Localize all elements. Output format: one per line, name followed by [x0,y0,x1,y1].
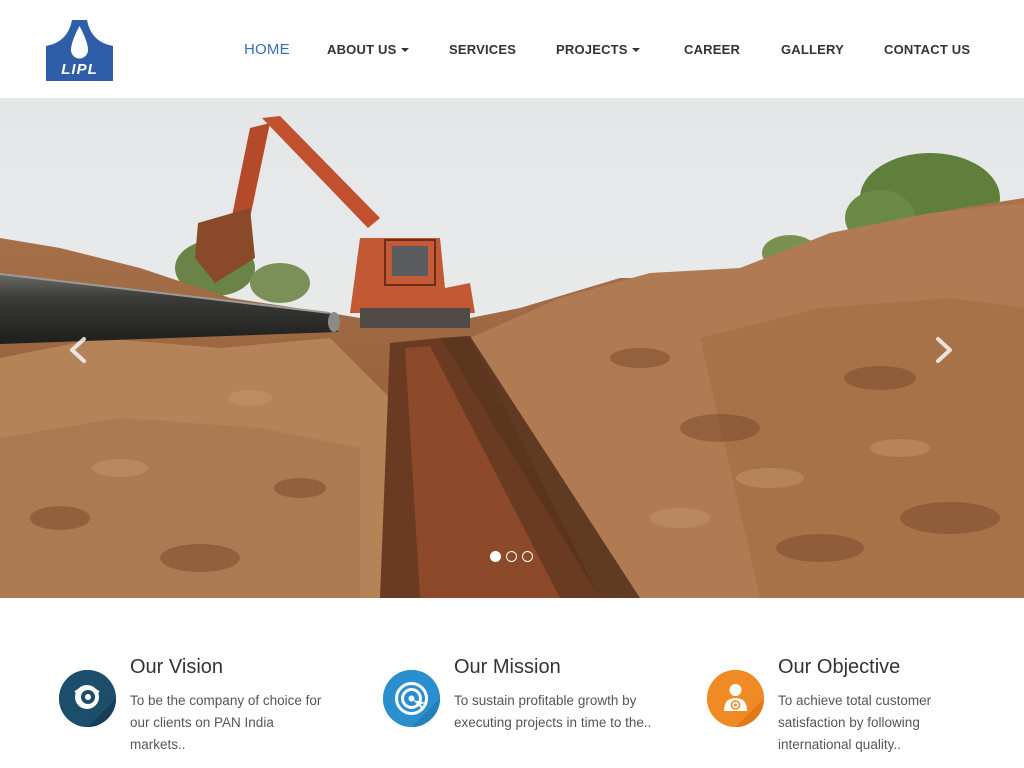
nav-projects-label: PROJECTS [556,42,628,57]
feature-vision-title: Our Vision [130,656,224,678]
caret-down-icon [400,47,409,52]
slider-next-button[interactable] [928,335,958,365]
slider-indicator-3[interactable] [522,551,533,562]
feature-objective: Our Objective To achieve total customer … [707,656,1007,766]
vision-eye-icon [59,670,116,727]
chevron-left-icon [70,337,86,363]
slider-indicator-2[interactable] [506,551,517,562]
nav-home[interactable]: HOME [244,41,290,58]
nav-about-label: ABOUT US [327,42,397,57]
site-header: LIPL HOME ABOUT US SERVICES PROJECTS CAR… [0,0,1024,98]
slide-image-pipeline-excavation [0,98,1024,598]
nav-gallery-label: GALLERY [781,42,845,57]
slider-prev-button[interactable] [64,335,94,365]
person-target-icon [707,670,764,727]
nav-career[interactable]: CAREER [684,42,740,57]
nav-services-label: SERVICES [449,42,517,57]
nav-services[interactable]: SERVICES [449,42,516,57]
feature-vision: Our Vision To be the company of choice f… [59,656,359,766]
nav-home-label: HOME [244,41,290,58]
feature-vision-text: To be the company of choice for our clie… [130,693,322,752]
chevron-right-icon [936,337,952,363]
main-nav: HOME ABOUT US SERVICES PROJECTS CAREER G… [0,0,1024,98]
nav-career-label: CAREER [684,42,741,57]
feature-mission: Our Mission To sustain profitable growth… [383,656,683,766]
caret-down-icon [631,47,640,52]
feature-objective-title: Our Objective [778,656,901,678]
feature-objective-text: To achieve total customer satisfaction b… [778,693,932,752]
nav-projects[interactable]: PROJECTS [556,42,640,57]
target-icon [383,670,440,727]
feature-mission-text: To sustain profitable growth by executin… [454,693,652,730]
nav-contact-us[interactable]: CONTACT US [884,42,970,57]
slider-indicator-1[interactable] [490,551,501,562]
nav-gallery[interactable]: GALLERY [781,42,844,57]
hero-slider[interactable] [0,98,1024,598]
feature-mission-title: Our Mission [454,656,561,678]
nav-about-us[interactable]: ABOUT US [327,42,409,57]
nav-contact-label: CONTACT US [884,42,971,57]
